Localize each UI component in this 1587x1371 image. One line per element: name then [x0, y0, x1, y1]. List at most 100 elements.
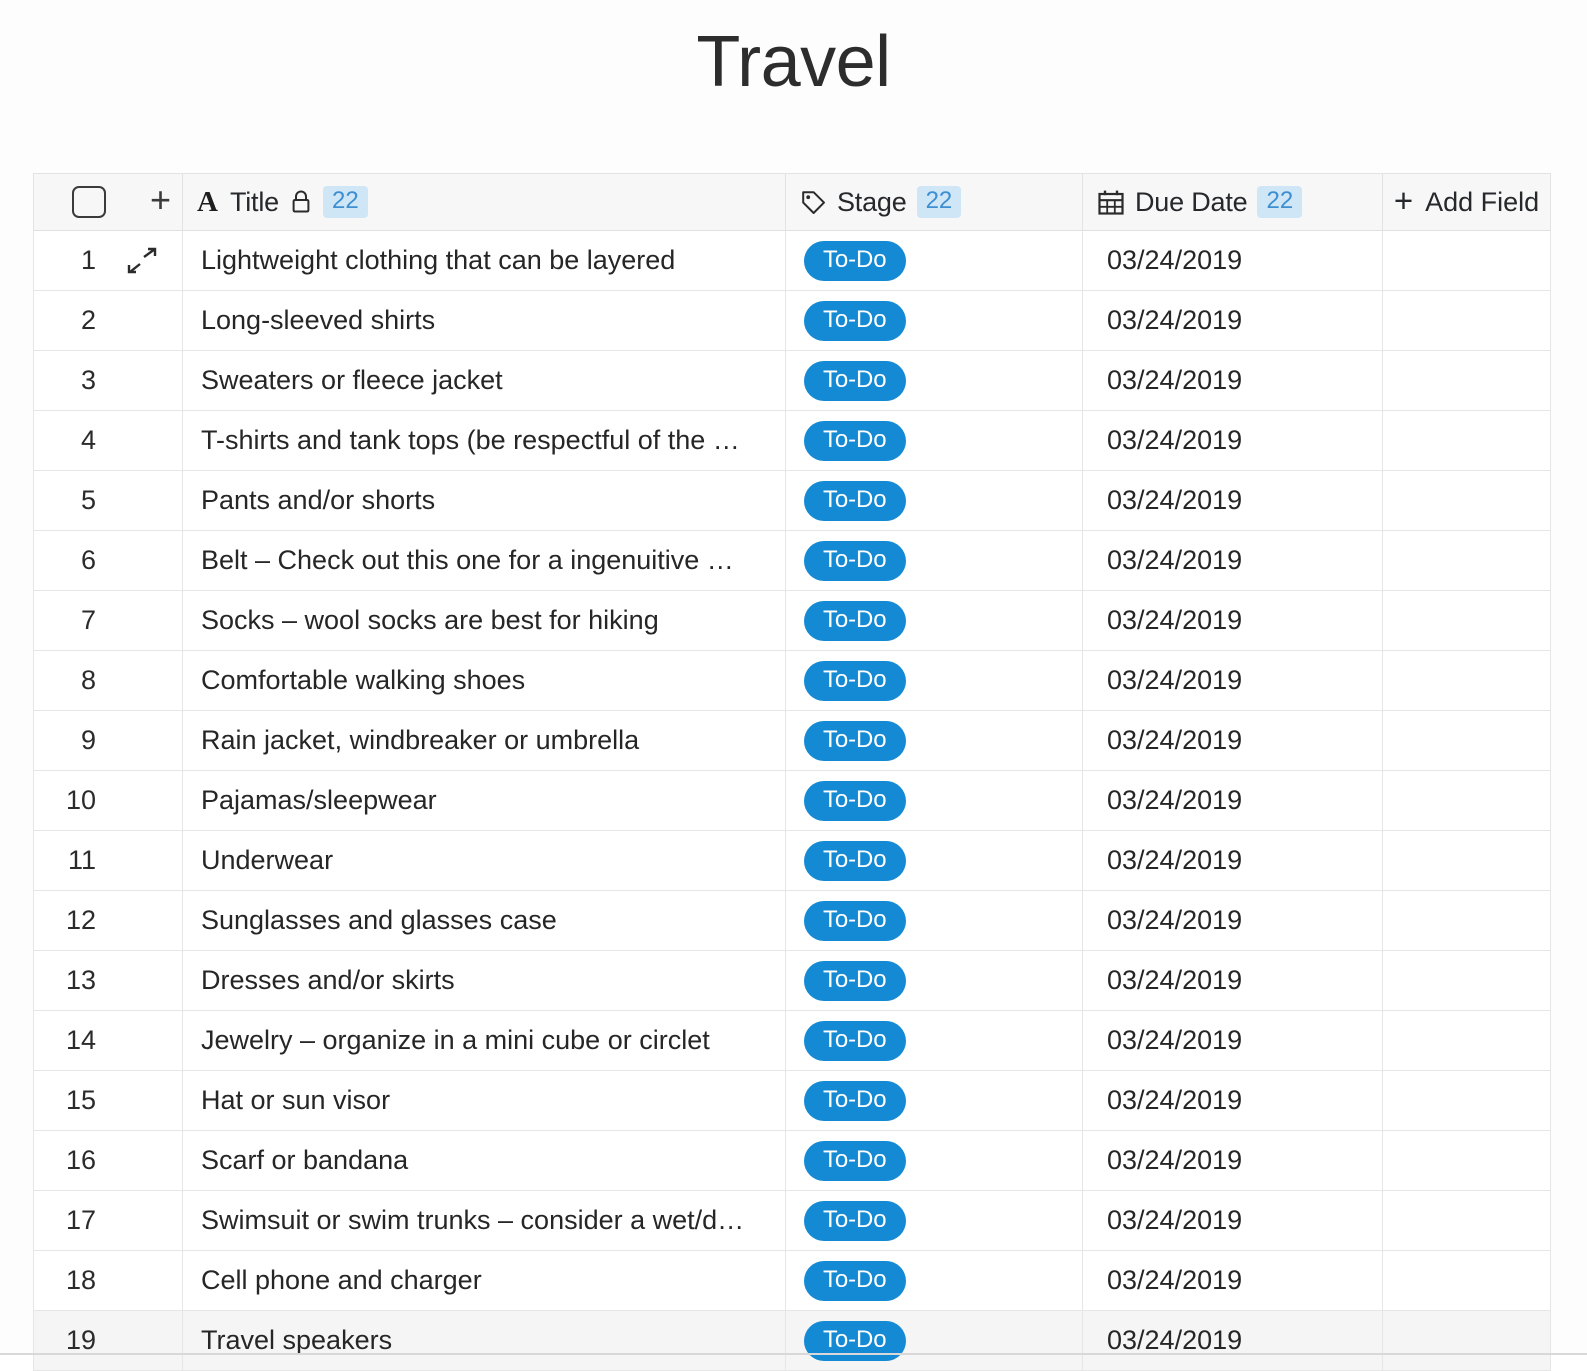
cell-stage[interactable]: To-Do [786, 831, 1083, 891]
row-control-cell[interactable]: 13 [33, 951, 183, 1011]
cell-title[interactable]: Comfortable walking shoes [183, 651, 786, 711]
cell-due-date[interactable]: 03/24/2019 [1083, 1191, 1383, 1251]
row-control-cell[interactable]: 8 [33, 651, 183, 711]
cell-title[interactable]: Dresses and/or skirts [183, 951, 786, 1011]
add-field-button[interactable]: + Add Field [1383, 173, 1551, 231]
cell-title[interactable]: Swimsuit or swim trunks – consider a wet… [183, 1191, 786, 1251]
table-row[interactable]: 13 Dresses and/or skirts To-Do 03/24/2019 [33, 951, 1551, 1011]
table-row[interactable]: 12 Sunglasses and glasses case To-Do 03/24/… [33, 891, 1551, 951]
row-control-cell[interactable]: 12 [33, 891, 183, 951]
cell-title[interactable]: Cell phone and charger [183, 1251, 786, 1311]
cell-due-date[interactable]: 03/24/2019 [1083, 531, 1383, 591]
select-all-checkbox[interactable] [72, 186, 106, 218]
row-control-cell[interactable]: 14 [33, 1011, 183, 1071]
cell-title[interactable]: T-shirts and tank tops (be respectful of… [183, 411, 786, 471]
cell-due-date[interactable]: 03/24/2019 [1083, 291, 1383, 351]
table-row[interactable]: 4 T-shirts and tank tops (be respectful o… [33, 411, 1551, 471]
cell-stage[interactable]: To-Do [786, 531, 1083, 591]
cell-stage[interactable]: To-Do [786, 471, 1083, 531]
cell-title[interactable]: Travel speakers [183, 1311, 786, 1371]
cell-due-date[interactable]: 03/24/2019 [1083, 771, 1383, 831]
row-control-cell[interactable]: 16 [33, 1131, 183, 1191]
cell-stage[interactable]: To-Do [786, 1251, 1083, 1311]
cell-due-date[interactable]: 03/24/2019 [1083, 351, 1383, 411]
cell-title[interactable]: Hat or sun visor [183, 1071, 786, 1131]
cell-title[interactable]: Socks – wool socks are best for hiking [183, 591, 786, 651]
row-control-cell[interactable]: 17 [33, 1191, 183, 1251]
cell-title[interactable]: Sweaters or fleece jacket [183, 351, 786, 411]
cell-stage[interactable]: To-Do [786, 1071, 1083, 1131]
table-row[interactable]: 1 Lightweight clothing that can be layere… [33, 231, 1551, 291]
row-control-cell[interactable]: 15 [33, 1071, 183, 1131]
cell-due-date[interactable]: 03/24/2019 [1083, 1311, 1383, 1371]
cell-due-date[interactable]: 03/24/2019 [1083, 471, 1383, 531]
cell-due-date[interactable]: 03/24/2019 [1083, 591, 1383, 651]
column-header-title[interactable]: A Title 22 [183, 173, 786, 231]
cell-title[interactable]: Pants and/or shorts [183, 471, 786, 531]
table-row[interactable]: 15 Hat or sun visor To-Do 03/24/2019 [33, 1071, 1551, 1131]
cell-stage[interactable]: To-Do [786, 1311, 1083, 1371]
table-row[interactable]: 5 Pants and/or shorts To-Do 03/24/2019 [33, 471, 1551, 531]
row-control-cell[interactable]: 10 [33, 771, 183, 831]
expand-record-icon[interactable] [124, 244, 160, 278]
cell-stage[interactable]: To-Do [786, 891, 1083, 951]
cell-stage[interactable]: To-Do [786, 231, 1083, 291]
table-row[interactable]: 14 Jewelry – organize in a mini cube or c… [33, 1011, 1551, 1071]
row-control-cell[interactable]: 5 [33, 471, 183, 531]
column-header-stage[interactable]: Stage 22 [786, 173, 1083, 231]
cell-title[interactable]: Rain jacket, windbreaker or umbrella [183, 711, 786, 771]
cell-stage[interactable]: To-Do [786, 951, 1083, 1011]
row-control-cell[interactable]: 3 [33, 351, 183, 411]
cell-due-date[interactable]: 03/24/2019 [1083, 1011, 1383, 1071]
row-control-cell[interactable]: 2 [33, 291, 183, 351]
cell-stage[interactable]: To-Do [786, 591, 1083, 651]
cell-due-date[interactable]: 03/24/2019 [1083, 831, 1383, 891]
cell-title[interactable]: Long-sleeved shirts [183, 291, 786, 351]
cell-stage[interactable]: To-Do [786, 351, 1083, 411]
table-row[interactable]: 3 Sweaters or fleece jacket To-Do 03/24/201… [33, 351, 1551, 411]
row-control-cell[interactable]: 1 [33, 231, 183, 291]
cell-due-date[interactable]: 03/24/2019 [1083, 711, 1383, 771]
cell-due-date[interactable]: 03/24/2019 [1083, 1131, 1383, 1191]
row-control-cell[interactable]: 18 [33, 1251, 183, 1311]
cell-stage[interactable]: To-Do [786, 1191, 1083, 1251]
table-row[interactable]: 8 Comfortable walking shoes To-Do 03/24/201… [33, 651, 1551, 711]
cell-title[interactable]: Pajamas/sleepwear [183, 771, 786, 831]
row-control-cell[interactable]: 11 [33, 831, 183, 891]
cell-due-date[interactable]: 03/24/2019 [1083, 891, 1383, 951]
cell-stage[interactable]: To-Do [786, 1131, 1083, 1191]
table-row[interactable]: 10 Pajamas/sleepwear To-Do 03/24/2019 [33, 771, 1551, 831]
cell-title[interactable]: Sunglasses and glasses case [183, 891, 786, 951]
cell-stage[interactable]: To-Do [786, 651, 1083, 711]
cell-title[interactable]: Jewelry – organize in a mini cube or cir… [183, 1011, 786, 1071]
table-row[interactable]: 18 Cell phone and charger To-Do 03/24/2019 [33, 1251, 1551, 1311]
table-row[interactable]: 19 Travel speakers To-Do 03/24/2019 [33, 1311, 1551, 1371]
cell-title[interactable]: Underwear [183, 831, 786, 891]
cell-title[interactable]: Belt – Check out this one for a ingenuit… [183, 531, 786, 591]
row-control-cell[interactable]: 6 [33, 531, 183, 591]
cell-due-date[interactable]: 03/24/2019 [1083, 951, 1383, 1011]
cell-stage[interactable]: To-Do [786, 771, 1083, 831]
row-control-cell[interactable]: 9 [33, 711, 183, 771]
cell-due-date[interactable]: 03/24/2019 [1083, 651, 1383, 711]
table-row[interactable]: 9 Rain jacket, windbreaker or umbrella To-… [33, 711, 1551, 771]
cell-due-date[interactable]: 03/24/2019 [1083, 1251, 1383, 1311]
table-row[interactable]: 16 Scarf or bandana To-Do 03/24/2019 [33, 1131, 1551, 1191]
table-row[interactable]: 2 Long-sleeved shirts To-Do 03/24/2019 [33, 291, 1551, 351]
cell-due-date[interactable]: 03/24/2019 [1083, 1071, 1383, 1131]
cell-title[interactable]: Scarf or bandana [183, 1131, 786, 1191]
table-row[interactable]: 11 Underwear To-Do 03/24/2019 [33, 831, 1551, 891]
row-control-cell[interactable]: 19 [33, 1311, 183, 1371]
table-row[interactable]: 7 Socks – wool socks are best for hiking T… [33, 591, 1551, 651]
cell-stage[interactable]: To-Do [786, 411, 1083, 471]
cell-stage[interactable]: To-Do [786, 1011, 1083, 1071]
column-header-due-date[interactable]: Due Date 22 [1083, 173, 1383, 231]
table-row[interactable]: 6 Belt – Check out this one for a ingenui… [33, 531, 1551, 591]
cell-due-date[interactable]: 03/24/2019 [1083, 411, 1383, 471]
cell-stage[interactable]: To-Do [786, 711, 1083, 771]
cell-title[interactable]: Lightweight clothing that can be layered [183, 231, 786, 291]
add-row-plus-icon[interactable]: + [150, 182, 171, 218]
row-control-cell[interactable]: 7 [33, 591, 183, 651]
row-control-cell[interactable]: 4 [33, 411, 183, 471]
table-row[interactable]: 17 Swimsuit or swim trunks – consider a w… [33, 1191, 1551, 1251]
